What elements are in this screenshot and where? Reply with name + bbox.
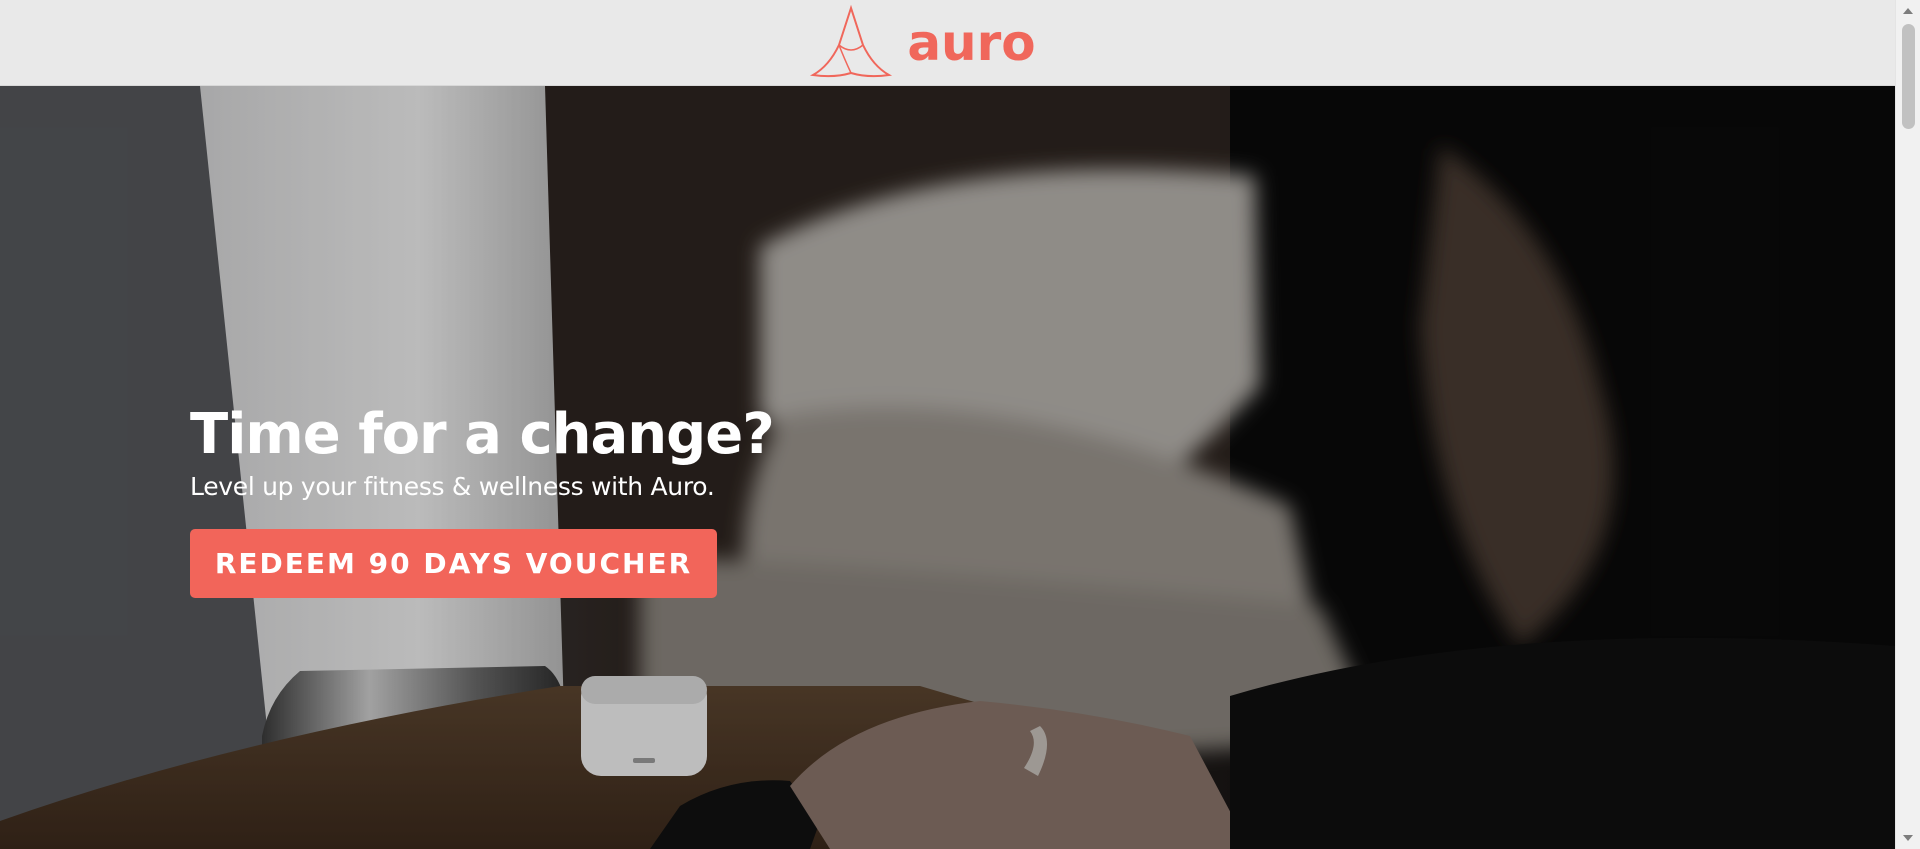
hero-section: Time for a change? Level up your fitness… bbox=[0, 86, 1895, 849]
site-header: auro bbox=[0, 0, 1895, 86]
hero-subtitle: Level up your fitness & wellness with Au… bbox=[190, 471, 715, 501]
hero-title: Time for a change? bbox=[190, 402, 775, 467]
hero-content: Time for a change? Level up your fitness… bbox=[190, 402, 775, 598]
logo-wordmark: auro bbox=[907, 13, 1036, 72]
chevron-up-icon[interactable] bbox=[1896, 0, 1920, 22]
scrollbar-thumb[interactable] bbox=[1902, 24, 1915, 129]
redeem-voucher-button[interactable]: REDEEM 90 DAYS VOUCHER bbox=[190, 528, 717, 598]
chevron-down-icon[interactable] bbox=[1896, 827, 1920, 849]
auro-logo-icon bbox=[810, 4, 893, 77]
page-scrollbar[interactable] bbox=[1895, 0, 1920, 849]
brand-logo[interactable]: auro bbox=[809, 3, 1036, 83]
